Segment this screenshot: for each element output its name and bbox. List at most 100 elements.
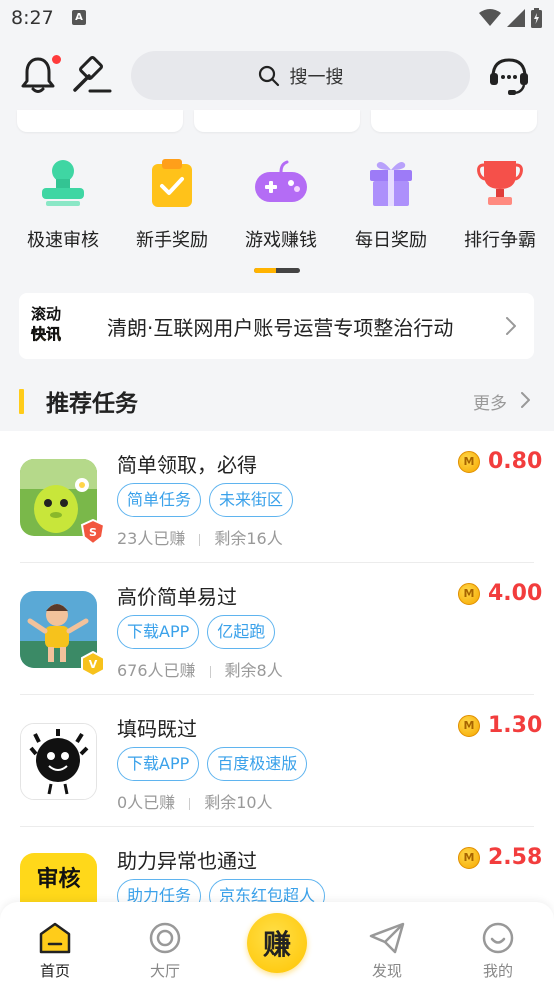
notification-icon: A — [72, 10, 86, 25]
reward-value: 2.58 — [488, 845, 543, 870]
coin-icon: M — [458, 450, 480, 473]
task-item[interactable]: S 简单领取，必得 简单任务 未来街区 23人已赚 剩余16人 M 0.80 — [0, 431, 554, 563]
meta-divider — [189, 797, 191, 810]
more-link[interactable]: 更多 — [473, 389, 507, 414]
bell-icon[interactable] — [20, 56, 56, 94]
header: 搜一搜 — [0, 38, 554, 110]
badge-letter: V — [89, 658, 98, 671]
tab-discover[interactable]: 发现 — [347, 920, 427, 981]
top-card[interactable] — [371, 110, 537, 132]
tab-label: 发现 — [371, 962, 402, 980]
news-ticker[interactable]: 滚动 快讯 清朗·互联网用户账号运营专项整治行动 — [19, 293, 534, 359]
task-earned-count: 0人已赚 — [117, 793, 176, 812]
chevron-right-icon — [506, 317, 516, 335]
top-card[interactable] — [194, 110, 360, 132]
auction-hammer-icon[interactable] — [72, 56, 112, 94]
task-remaining: 剩余10人 — [204, 793, 273, 812]
news-badge-line2: 快讯 — [31, 325, 62, 344]
top-cards-row — [0, 110, 554, 134]
trophy-icon — [477, 161, 523, 205]
tab-profile[interactable]: 我的 — [458, 920, 538, 981]
reward-value: 0.80 — [488, 449, 543, 474]
task-reward: M 0.80 — [458, 449, 542, 474]
menu-item-newbie-reward[interactable]: 新手奖励 — [117, 152, 227, 252]
menu-label: 极速审核 — [27, 230, 99, 251]
status-bar: 8:27 A — [0, 0, 554, 38]
search-bar[interactable]: 搜一搜 — [131, 51, 470, 100]
status-time: 8:27 — [11, 7, 54, 29]
task-meta: 0人已赚 剩余10人 — [117, 789, 273, 813]
menu-page-indicator-fill — [254, 268, 276, 273]
menu-item-ranking[interactable]: 排行争霸 — [445, 152, 554, 252]
tab-hall[interactable]: 大厅 — [125, 920, 205, 981]
tab-label: 首页 — [39, 962, 70, 980]
task-meta: 23人已赚 剩余16人 — [117, 525, 283, 549]
customer-service-icon[interactable] — [487, 55, 531, 97]
menu-item-daily-reward[interactable]: 每日奖励 — [336, 152, 446, 252]
task-remaining: 剩余8人 — [224, 661, 283, 680]
task-reward: M 2.58 — [458, 845, 542, 870]
task-reward: M 1.30 — [458, 713, 542, 738]
task-tag: 下载APP — [117, 747, 200, 781]
badge-letter: S — [89, 526, 97, 539]
task-earned-count: 676人已赚 — [117, 661, 196, 680]
task-name: 高价简单易过 — [117, 585, 237, 609]
menu-label: 游戏赚钱 — [245, 230, 317, 251]
task-thumbnail — [20, 723, 97, 800]
task-meta: 676人已赚 剩余8人 — [117, 657, 283, 681]
task-tags: 下载APP 百度极速版 — [117, 747, 308, 781]
fuzzy-creature-image — [21, 724, 96, 799]
paper-plane-icon — [369, 922, 405, 954]
search-icon — [258, 65, 279, 86]
home-icon — [39, 922, 71, 954]
unread-dot — [52, 55, 61, 64]
task-name: 助力异常也通过 — [117, 849, 257, 873]
menu-item-game-earn[interactable]: 游戏赚钱 — [226, 152, 336, 252]
status-indicators — [479, 8, 542, 28]
bottom-tab-bar: 首页 大厅 赚 发现 我的 — [0, 902, 554, 985]
task-tag: 简单任务 — [117, 483, 202, 517]
shield-badge-icon: S — [80, 519, 106, 545]
tab-label: 我的 — [482, 962, 513, 980]
gift-icon — [370, 162, 412, 206]
news-text: 清朗·互联网用户账号运营专项整治行动 — [107, 315, 454, 340]
section-title: 推荐任务 — [46, 391, 138, 417]
reward-value: 4.00 — [488, 581, 543, 606]
search-placeholder: 搜一搜 — [289, 66, 344, 88]
signal-icon — [507, 9, 525, 27]
hall-icon — [149, 922, 181, 954]
menu-label: 排行争霸 — [464, 230, 536, 251]
news-badge: 滚动 快讯 — [31, 304, 71, 348]
meta-divider — [209, 665, 211, 678]
task-reward: M 4.00 — [458, 581, 542, 606]
reward-value: 1.30 — [488, 713, 543, 738]
task-tag: 下载APP — [117, 615, 200, 649]
vip-badge-icon: V — [81, 651, 105, 677]
task-earned-count: 23人已赚 — [117, 529, 186, 548]
news-badge-line1: 滚动 — [31, 305, 62, 323]
task-tags: 简单任务 未来街区 — [117, 483, 294, 517]
clipboard-check-icon — [152, 159, 192, 207]
top-card[interactable] — [17, 110, 183, 132]
task-item[interactable]: 填码既过 下载APP 百度极速版 0人已赚 剩余10人 M 1.30 — [0, 695, 554, 827]
earn-button[interactable]: 赚 — [247, 913, 307, 973]
profile-icon — [482, 922, 514, 954]
quick-menu: 极速审核 新手奖励 游戏赚钱 每日奖励 排行争霸 — [0, 152, 554, 257]
coin-icon: M — [458, 714, 480, 737]
stamp-icon — [42, 160, 84, 206]
battery-icon — [531, 8, 542, 28]
section-header: 推荐任务 更多 — [0, 372, 554, 430]
wifi-icon — [479, 9, 501, 26]
task-name: 填码既过 — [117, 717, 197, 741]
task-tag: 百度极速版 — [207, 747, 308, 781]
gamepad-icon — [255, 160, 307, 202]
chevron-right-icon[interactable] — [521, 392, 530, 408]
section-accent-bar — [19, 389, 24, 414]
tab-home[interactable]: 首页 — [15, 920, 95, 981]
task-tag: 未来街区 — [209, 483, 294, 517]
task-name: 简单领取，必得 — [117, 453, 257, 477]
menu-page-indicator — [254, 268, 300, 273]
task-item[interactable]: V 高价简单易过 下载APP 亿起跑 676人已赚 剩余8人 M 4.00 — [0, 563, 554, 695]
menu-item-fast-review[interactable]: 极速审核 — [8, 152, 118, 252]
coin-icon: M — [458, 846, 480, 869]
